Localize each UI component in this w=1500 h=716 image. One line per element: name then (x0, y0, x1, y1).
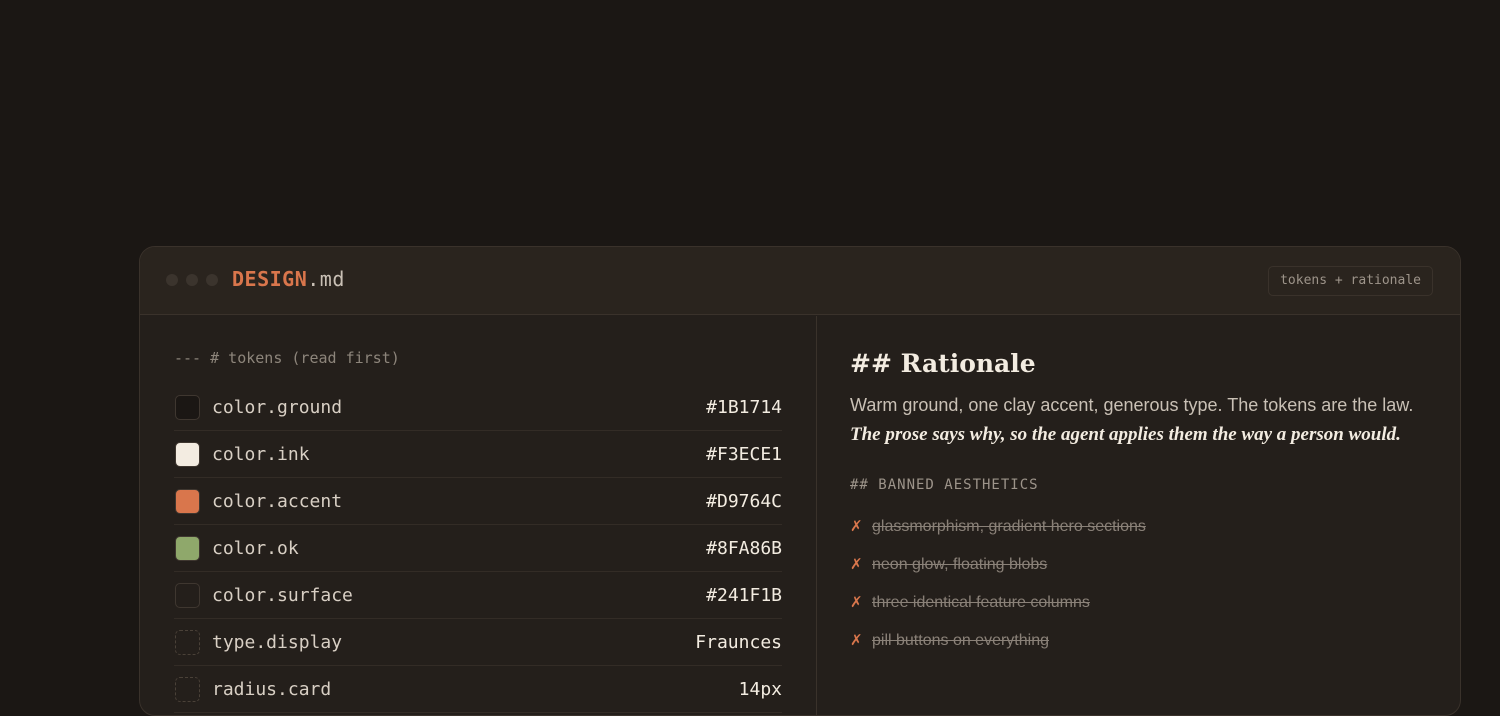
token-name: color.surface (212, 585, 353, 606)
banned-aesthetics-list: ✗ glassmorphism, gradient hero sections ✗ n… (850, 508, 1435, 660)
tokens-panel: --- # tokens (read first) color.ground #1… (174, 347, 782, 713)
token-value: #8FA86B (706, 538, 782, 559)
token-name: radius.card (212, 679, 332, 700)
rationale-prose-emphasis: The prose says why, so the agent applies… (850, 424, 1401, 445)
token-value: #241F1B (706, 585, 782, 606)
rationale-heading: ## Rationale (850, 349, 1036, 378)
rationale-prose-plain: Warm ground, one clay accent, generous t… (850, 395, 1414, 415)
rationale-panel: ## Rationale Warm ground, one clay accen… (850, 347, 1435, 660)
window-titlebar: DESIGN.md tokens + rationale (140, 247, 1460, 315)
banned-item-text: pill buttons on everything (872, 632, 1049, 649)
banned-item-text: glassmorphism, gradient hero sections (872, 518, 1146, 535)
minimize-window-dot[interactable] (186, 274, 198, 286)
token-row: color.ink #F3ECE1 (174, 431, 782, 478)
tokens-comment: --- # tokens (read first) (174, 349, 400, 367)
token-name: color.ground (212, 397, 343, 418)
cross-mark-icon: ✗ (850, 594, 863, 611)
banned-item: ✗ pill buttons on everything (850, 622, 1435, 660)
token-row: type.display Fraunces (174, 619, 782, 666)
token-swatch (175, 442, 200, 467)
token-list: color.ground #1B1714 color.ink #F3ECE1 color… (174, 384, 782, 713)
token-name: color.ink (212, 444, 310, 465)
token-name: color.accent (212, 491, 343, 512)
token-name: type.display (212, 632, 343, 653)
token-swatch (175, 395, 200, 420)
token-swatch (175, 489, 200, 514)
rationale-prose: Warm ground, one clay accent, generous t… (850, 391, 1435, 449)
token-value: #D9764C (706, 491, 782, 512)
design-md-window: DESIGN.md tokens + rationale --- # token… (139, 246, 1461, 716)
file-extension: .md (307, 267, 345, 291)
token-row: color.ok #8FA86B (174, 525, 782, 572)
token-row: color.surface #241F1B (174, 572, 782, 619)
token-value: #F3ECE1 (706, 444, 782, 465)
banned-item: ✗ glassmorphism, gradient hero sections (850, 508, 1435, 546)
panel-divider (816, 316, 817, 715)
token-swatch (175, 536, 200, 561)
token-value: 14px (738, 679, 782, 700)
cross-mark-icon: ✗ (850, 556, 863, 573)
banned-item-text: neon glow, floating blobs (872, 556, 1048, 573)
token-swatch (175, 630, 200, 655)
token-row: color.ground #1B1714 (174, 384, 782, 431)
window-controls (166, 274, 218, 286)
token-name: color.ok (212, 538, 299, 559)
token-row: radius.card 14px (174, 666, 782, 713)
cross-mark-icon: ✗ (850, 518, 863, 535)
window-title: DESIGN.md (232, 267, 345, 291)
token-value: #1B1714 (706, 397, 782, 418)
close-window-dot[interactable] (166, 274, 178, 286)
maximize-window-dot[interactable] (206, 274, 218, 286)
banned-aesthetics-heading: ## BANNED AESTHETICS (850, 477, 1039, 493)
cross-mark-icon: ✗ (850, 632, 863, 649)
banned-item: ✗ three identical feature columns (850, 584, 1435, 622)
banned-item: ✗ neon glow, floating blobs (850, 546, 1435, 584)
token-row: color.accent #D9764C (174, 478, 782, 525)
file-name: DESIGN (232, 267, 308, 291)
token-value: Fraunces (695, 632, 782, 653)
banned-item-text: three identical feature columns (872, 594, 1090, 611)
token-swatch (175, 677, 200, 702)
token-swatch (175, 583, 200, 608)
mode-badge: tokens + rationale (1268, 266, 1433, 296)
